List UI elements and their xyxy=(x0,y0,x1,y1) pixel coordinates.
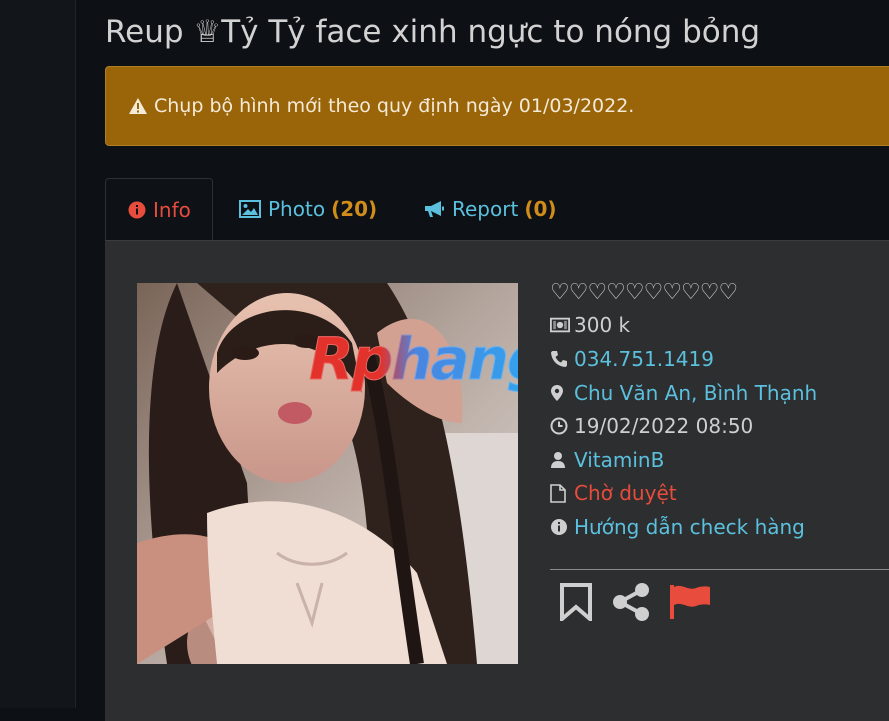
profile-photo[interactable]: Rphang xyxy=(137,283,518,664)
left-rail xyxy=(0,0,75,708)
phone-icon xyxy=(550,350,570,368)
address-row[interactable]: Chu Văn An, Bình Thạnh xyxy=(550,381,817,405)
price-row: 300 k xyxy=(550,313,630,337)
info-circle-icon xyxy=(128,201,146,219)
tab-photo[interactable]: Photo (20) xyxy=(239,178,377,240)
user-link[interactable]: VitaminB xyxy=(574,448,664,472)
date-row: 19/02/2022 08:50 xyxy=(550,414,753,438)
alert-text: Chụp bộ hình mới theo quy định ngày 01/0… xyxy=(154,95,635,117)
date-value: 19/02/2022 08:50 xyxy=(574,414,754,438)
share-button[interactable] xyxy=(611,583,651,625)
bookmark-icon xyxy=(560,583,592,624)
user-row[interactable]: VitaminB xyxy=(550,448,664,472)
phone-row[interactable]: 034.751.1419 xyxy=(550,347,714,371)
money-icon xyxy=(550,317,570,333)
page-title: Reup ♕Tỷ Tỷ face xinh ngực to nóng bỏng xyxy=(105,14,761,50)
tab-info-label: Info xyxy=(153,198,191,222)
warning-icon xyxy=(128,97,148,115)
map-marker-icon xyxy=(550,384,570,402)
address-link[interactable]: Chu Văn An, Bình Thạnh xyxy=(574,381,817,405)
rating-hearts[interactable]: ♡♡♡♡♡♡♡♡♡♡ xyxy=(550,280,738,305)
tab-photo-label: Photo xyxy=(268,197,326,221)
user-icon xyxy=(550,451,570,469)
tab-report-count: (0) xyxy=(524,197,557,221)
flag-icon xyxy=(670,585,710,619)
tab-report[interactable]: Report (0) xyxy=(423,178,557,240)
bookmark-button[interactable] xyxy=(559,583,593,625)
tab-photo-count: (20) xyxy=(331,197,378,221)
bullhorn-icon xyxy=(423,200,445,218)
share-icon xyxy=(613,583,649,621)
flag-button[interactable] xyxy=(668,583,712,625)
clock-icon xyxy=(550,417,570,435)
notice-alert: Chụp bộ hình mới theo quy định ngày 01/0… xyxy=(105,66,889,146)
guide-link[interactable]: Hướng dẫn check hàng xyxy=(574,515,805,539)
rail-divider xyxy=(75,0,76,708)
watermark-text: Rphang xyxy=(308,325,518,394)
file-icon xyxy=(550,483,570,503)
phone-link[interactable]: 034.751.1419 xyxy=(574,347,714,371)
guide-row[interactable]: Hướng dẫn check hàng xyxy=(550,515,805,539)
price-value: 300 k xyxy=(574,313,631,337)
info-circle-icon xyxy=(550,518,570,536)
status-row: Chờ duyệt xyxy=(550,481,677,505)
tab-report-label: Report xyxy=(452,197,519,221)
image-icon xyxy=(239,200,261,218)
status-text: Chờ duyệt xyxy=(574,481,677,505)
tab-info[interactable]: Info xyxy=(105,178,213,241)
tab-bar: Info Photo (20) Report (0) xyxy=(105,178,889,241)
actions-divider xyxy=(550,569,889,570)
